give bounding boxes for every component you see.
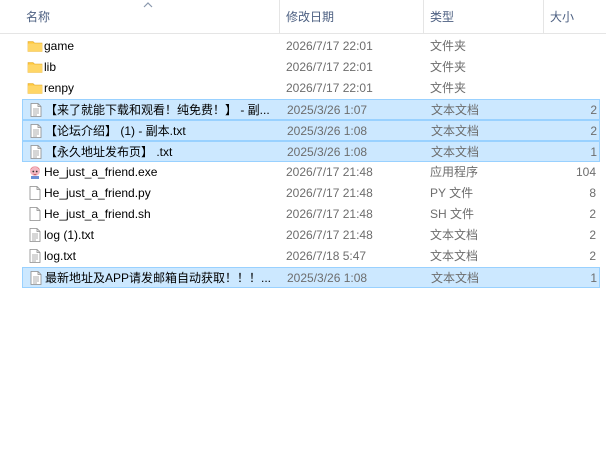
file-size — [542, 78, 596, 99]
file-size: 104 — [575, 165, 596, 179]
file-modified-date: 2025/3/26 1:08 — [287, 271, 368, 285]
file-modified-date: 2026/7/17 22:01 — [286, 81, 373, 95]
file-name: 最新地址及APP请发邮箱自动获取！！！... — [45, 271, 272, 285]
text-document-icon — [28, 144, 44, 160]
folder-icon — [27, 59, 43, 75]
file-row[interactable]: 【论坛介绍】 (1) - 副本.txt 2025/3/26 1:08 文本文档 2 — [22, 120, 600, 141]
file-size: 8 — [589, 186, 596, 200]
folder-icon — [27, 80, 43, 96]
file-type: 文本文档 — [431, 124, 480, 138]
text-document-icon — [28, 102, 44, 118]
blank-file-icon — [27, 185, 43, 201]
text-document-icon — [27, 227, 43, 243]
file-row[interactable]: 最新地址及APP请发邮箱自动获取！！！... 2025/3/26 1:08 文本文档… — [22, 267, 600, 288]
file-modified-date: 2026/7/17 21:48 — [286, 186, 373, 200]
file-name: He_just_a_friend.py — [44, 186, 151, 200]
file-size: 2 — [589, 249, 596, 263]
file-name: log (1).txt — [44, 228, 95, 242]
column-header-size[interactable]: 大小 — [543, 0, 606, 34]
file-type: 文本文档 — [431, 145, 480, 159]
text-document-icon — [28, 123, 44, 139]
file-type: 文本文档 — [431, 271, 480, 285]
file-name: game — [44, 39, 75, 53]
file-modified-date: 2026/7/17 21:48 — [286, 207, 373, 221]
file-size: 1 — [590, 271, 597, 285]
file-size: 1 — [590, 145, 597, 159]
file-row[interactable]: renpy 2026/7/17 22:01 文件夹 — [22, 78, 600, 99]
column-header-size-label: 大小 — [550, 10, 575, 24]
file-row[interactable]: lib 2026/7/17 22:01 文件夹 — [22, 57, 600, 78]
column-header-bar: 名称 修改日期 类型 大小 — [0, 0, 606, 34]
file-type: 文件夹 — [430, 81, 467, 95]
column-header-type[interactable]: 类型 — [423, 0, 543, 34]
column-header-modified[interactable]: 修改日期 — [279, 0, 423, 34]
file-name: 【来了就能下载和观看！纯免费！】 - 副... — [45, 103, 270, 117]
file-modified-date: 2025/3/26 1:08 — [287, 124, 368, 138]
file-size: 2 — [590, 124, 597, 138]
sort-ascending-icon — [143, 2, 153, 8]
blank-file-icon — [27, 206, 43, 222]
file-modified-date: 2026/7/17 22:01 — [286, 39, 373, 53]
column-header-name-label: 名称 — [26, 10, 51, 24]
file-type: 应用程序 — [430, 165, 479, 179]
file-row[interactable]: He_just_a_friend.sh 2026/7/17 21:48 SH 文件 2 — [22, 204, 600, 225]
file-row[interactable]: log.txt 2026/7/18 5:47 文本文档 2 — [22, 246, 600, 267]
file-name: 【论坛介绍】 (1) - 副本.txt — [45, 124, 186, 138]
file-name: He_just_a_friend.exe — [44, 165, 158, 179]
file-type: 文本文档 — [431, 103, 480, 117]
file-size: 2 — [589, 207, 596, 221]
file-type: 文件夹 — [430, 60, 467, 74]
file-row[interactable]: 【永久地址发布页】 .txt 2025/3/26 1:08 文本文档 1 — [22, 141, 600, 162]
file-name: log.txt — [44, 249, 77, 263]
text-document-icon — [27, 248, 43, 264]
application-icon — [27, 164, 43, 180]
file-row[interactable]: game 2026/7/17 22:01 文件夹 — [22, 36, 600, 57]
file-row[interactable]: He_just_a_friend.py 2026/7/17 21:48 PY 文件 8 — [22, 183, 600, 204]
file-modified-date: 2026/7/17 21:48 — [286, 228, 373, 242]
file-type: 文本文档 — [430, 249, 479, 263]
file-type: 文件夹 — [430, 39, 467, 53]
file-modified-date: 2025/3/26 1:07 — [287, 103, 368, 117]
file-size — [542, 57, 596, 78]
file-type: PY 文件 — [430, 186, 474, 200]
file-name: lib — [44, 60, 57, 74]
file-modified-date: 2026/7/17 22:01 — [286, 60, 373, 74]
file-size — [542, 36, 596, 57]
column-header-type-label: 类型 — [430, 10, 455, 24]
file-name: renpy — [44, 81, 75, 95]
file-type: SH 文件 — [430, 207, 475, 221]
file-modified-date: 2025/3/26 1:08 — [287, 145, 368, 159]
folder-icon — [27, 38, 43, 54]
file-row[interactable]: He_just_a_friend.exe 2026/7/17 21:48 应用程序 1… — [22, 162, 600, 183]
text-document-icon — [28, 270, 44, 286]
file-name: He_just_a_friend.sh — [44, 207, 151, 221]
file-size: 2 — [590, 103, 597, 117]
file-name: 【永久地址发布页】 .txt — [45, 145, 173, 159]
column-header-modified-label: 修改日期 — [286, 10, 335, 24]
file-modified-date: 2026/7/17 21:48 — [286, 165, 373, 179]
file-type: 文本文档 — [430, 228, 479, 242]
file-modified-date: 2026/7/18 5:47 — [286, 249, 367, 263]
file-size: 2 — [589, 228, 596, 242]
file-row[interactable]: 【来了就能下载和观看！纯免费！】 - 副... 2025/3/26 1:07 文本文… — [22, 99, 600, 120]
file-row[interactable]: log (1).txt 2026/7/17 21:48 文本文档 2 — [22, 225, 600, 246]
